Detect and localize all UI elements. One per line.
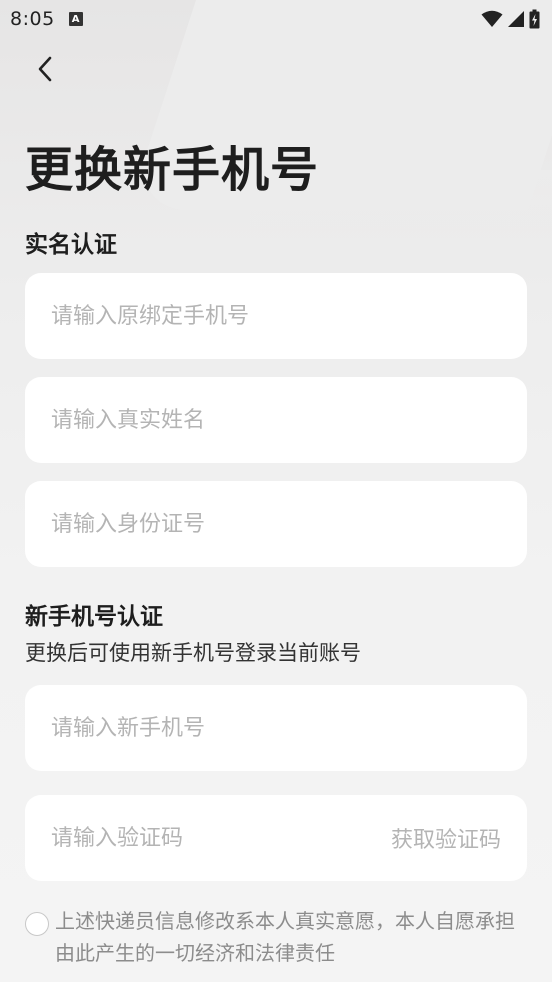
id-number-field[interactable] xyxy=(25,481,527,567)
page-title: 更换新手机号 xyxy=(25,142,320,198)
id-number-input[interactable] xyxy=(51,511,501,537)
status-bar: 8:05 A xyxy=(0,0,552,38)
screen: 8:05 A 更换新手机号 实名认证 新手机 xyxy=(0,0,552,982)
real-name-input[interactable] xyxy=(51,407,501,433)
newphone-section-subtitle: 更换后可使用新手机号登录当前账号 xyxy=(25,641,361,665)
original-phone-input[interactable] xyxy=(51,303,501,329)
realname-section-title: 实名认证 xyxy=(25,232,117,258)
newphone-section-title: 新手机号认证 xyxy=(25,604,163,630)
notification-a-icon: A xyxy=(68,12,83,26)
status-icons xyxy=(481,9,540,29)
original-phone-field[interactable] xyxy=(25,273,527,359)
new-phone-field[interactable] xyxy=(25,685,527,771)
wifi-icon xyxy=(481,10,503,27)
agreement-radio[interactable] xyxy=(25,912,49,936)
agreement-row: 上述快递员信息修改系本人真实意愿，本人自愿承担由此产生的一切经济和法律责任 xyxy=(25,905,530,969)
get-code-button[interactable]: 获取验证码 xyxy=(391,822,501,854)
real-name-field[interactable] xyxy=(25,377,527,463)
status-left: 8:05 A xyxy=(10,8,83,30)
battery-icon xyxy=(529,9,540,29)
cell-signal-icon xyxy=(508,11,524,27)
agreement-text: 上述快递员信息修改系本人真实意愿，本人自愿承担由此产生的一切经济和法律责任 xyxy=(55,909,515,965)
verification-code-input[interactable] xyxy=(51,825,381,851)
verification-code-field[interactable]: 获取验证码 xyxy=(25,795,527,881)
chevron-left-icon xyxy=(38,56,52,82)
back-button[interactable] xyxy=(28,52,62,86)
status-time: 8:05 xyxy=(10,8,55,30)
new-phone-input[interactable] xyxy=(51,715,501,741)
